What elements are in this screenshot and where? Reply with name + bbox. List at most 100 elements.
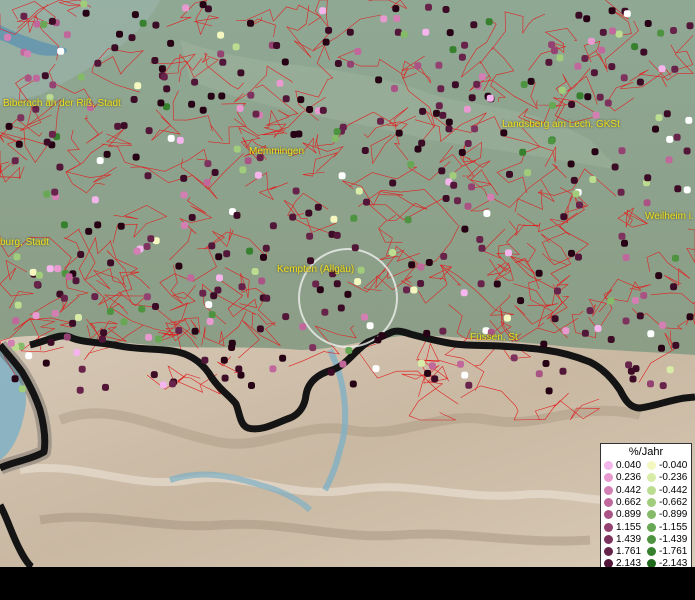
station-dot[interactable] xyxy=(41,72,49,80)
station-dot[interactable] xyxy=(228,339,236,347)
station-dot[interactable] xyxy=(91,196,99,204)
station-dot[interactable] xyxy=(477,280,485,288)
station-dot[interactable] xyxy=(316,286,324,294)
station-dot[interactable] xyxy=(357,266,365,274)
station-dot[interactable] xyxy=(17,114,25,122)
station-dot[interactable] xyxy=(431,375,439,383)
station-dot[interactable] xyxy=(686,22,694,30)
station-dot[interactable] xyxy=(211,169,219,176)
station-dot[interactable] xyxy=(24,74,32,82)
station-dot[interactable] xyxy=(133,247,141,255)
station-dot[interactable] xyxy=(568,101,576,108)
station-dot[interactable] xyxy=(674,185,682,193)
station-dot[interactable] xyxy=(63,31,71,39)
station-dot[interactable] xyxy=(233,211,241,219)
station-dot[interactable] xyxy=(159,381,167,389)
station-dot[interactable] xyxy=(658,65,666,73)
station-dot[interactable] xyxy=(596,93,604,101)
station-dot[interactable] xyxy=(451,81,459,89)
station-dot[interactable] xyxy=(428,362,436,370)
station-dot[interactable] xyxy=(339,360,347,368)
station-dot[interactable] xyxy=(279,354,287,362)
station-dot[interactable] xyxy=(604,99,612,107)
station-dot[interactable] xyxy=(640,48,648,56)
station-dot[interactable] xyxy=(576,201,583,209)
station-dot[interactable] xyxy=(380,15,388,23)
station-dot[interactable] xyxy=(640,292,648,299)
station-dot[interactable] xyxy=(51,309,59,317)
station-dot[interactable] xyxy=(337,304,345,312)
station-dot[interactable] xyxy=(351,244,359,252)
station-dot[interactable] xyxy=(666,366,674,374)
station-dot[interactable] xyxy=(167,39,175,47)
station-dot[interactable] xyxy=(450,181,458,189)
station-dot[interactable] xyxy=(463,105,471,113)
station-dot[interactable] xyxy=(191,327,199,335)
station-dot[interactable] xyxy=(281,58,289,66)
station-dot[interactable] xyxy=(442,6,450,13)
station-dot[interactable] xyxy=(319,106,327,114)
station-dot[interactable] xyxy=(581,329,589,337)
station-dot[interactable] xyxy=(60,294,68,302)
station-dot[interactable] xyxy=(69,319,77,327)
station-dot[interactable] xyxy=(620,74,628,82)
station-dot[interactable] xyxy=(400,30,408,38)
station-dot[interactable] xyxy=(363,198,370,206)
station-dot[interactable] xyxy=(24,50,31,58)
station-dot[interactable] xyxy=(391,85,398,92)
station-dot[interactable] xyxy=(269,222,277,230)
station-dot[interactable] xyxy=(247,19,254,27)
station-dot[interactable] xyxy=(505,249,512,257)
station-dot[interactable] xyxy=(617,188,625,196)
station-dot[interactable] xyxy=(321,308,329,316)
station-dot[interactable] xyxy=(151,57,159,64)
station-dot[interactable] xyxy=(244,157,252,165)
station-dot[interactable] xyxy=(80,0,88,8)
station-dot[interactable] xyxy=(292,187,300,195)
station-dot[interactable] xyxy=(652,125,659,133)
station-dot[interactable] xyxy=(85,227,93,235)
station-dot[interactable] xyxy=(76,386,84,394)
station-dot[interactable] xyxy=(655,114,663,122)
station-dot[interactable] xyxy=(100,329,108,337)
station-dot[interactable] xyxy=(618,232,626,240)
station-dot[interactable] xyxy=(120,318,128,326)
station-dot[interactable] xyxy=(237,371,245,379)
station-dot[interactable] xyxy=(560,213,568,221)
station-dot[interactable] xyxy=(621,239,628,247)
station-dot[interactable] xyxy=(643,199,651,207)
station-dot[interactable] xyxy=(347,60,354,68)
station-dot[interactable] xyxy=(219,58,227,66)
station-dot[interactable] xyxy=(425,259,433,266)
station-dot[interactable] xyxy=(199,1,207,9)
station-dot[interactable] xyxy=(344,290,352,298)
station-dot[interactable] xyxy=(322,38,330,46)
station-dot[interactable] xyxy=(309,344,317,352)
station-dot[interactable] xyxy=(117,222,125,230)
station-dot[interactable] xyxy=(458,149,466,156)
station-dot[interactable] xyxy=(77,73,85,81)
station-dot[interactable] xyxy=(282,95,290,103)
station-dot[interactable] xyxy=(493,280,501,288)
station-dot[interactable] xyxy=(417,280,425,287)
station-dot[interactable] xyxy=(145,127,153,135)
station-dot[interactable] xyxy=(446,29,454,37)
station-dot[interactable] xyxy=(366,322,374,330)
station-dot[interactable] xyxy=(155,335,162,343)
station-dot[interactable] xyxy=(609,27,616,35)
station-dot[interactable] xyxy=(143,293,151,301)
station-dot[interactable] xyxy=(102,383,109,391)
station-dot[interactable] xyxy=(63,333,71,341)
station-dot[interactable] xyxy=(98,335,106,343)
station-dot[interactable] xyxy=(12,317,20,325)
station-dot[interactable] xyxy=(404,216,412,224)
station-dot[interactable] xyxy=(130,96,138,103)
station-dot[interactable] xyxy=(106,308,114,315)
station-dot[interactable] xyxy=(503,314,511,322)
station-dot[interactable] xyxy=(203,179,211,186)
station-dot[interactable] xyxy=(239,166,247,174)
station-dot[interactable] xyxy=(33,20,41,28)
station-dot[interactable] xyxy=(346,28,354,36)
station-dot[interactable] xyxy=(460,289,468,297)
station-dot[interactable] xyxy=(306,232,314,240)
